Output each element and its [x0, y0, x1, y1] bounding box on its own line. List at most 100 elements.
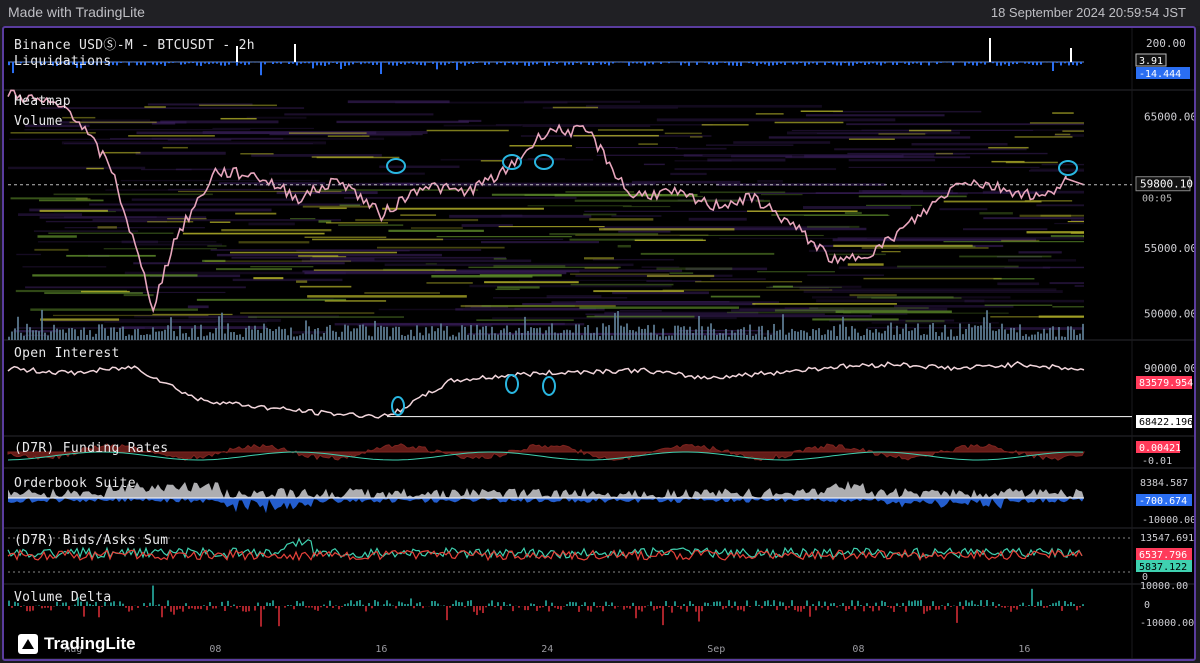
heatmap-liquidity-line — [990, 316, 1084, 318]
liquidation-bar — [788, 62, 790, 63]
volume-delta-bar — [698, 606, 700, 622]
volume-bar — [125, 335, 127, 340]
heatmap-liquidity-line — [480, 160, 503, 162]
liquidation-bar — [440, 62, 442, 65]
orderbook-current-value: -700.674 — [1139, 496, 1187, 507]
volume-delta-axis-tick: 10000.00 — [1140, 581, 1188, 592]
volume-bar — [230, 332, 232, 340]
volume-delta-bar — [848, 606, 850, 609]
annotation-circle — [542, 376, 556, 396]
volume-bar — [260, 333, 262, 340]
volume-bar — [542, 334, 544, 340]
heatmap-liquidity-line — [52, 314, 209, 317]
heatmap-liquidity-line — [1062, 130, 1084, 132]
volume-bar — [485, 325, 487, 340]
volume-bar — [827, 329, 829, 340]
heatmap-liquidity-line — [881, 251, 901, 253]
chart-frame[interactable]: 65000.00 55000.00 50000.00 59800.10 00:05 200… — [2, 26, 1196, 661]
volume-bar — [743, 327, 745, 340]
volume-delta-bar — [368, 603, 370, 606]
open-interest-label: Open Interest — [14, 346, 120, 361]
liquidation-bar — [152, 62, 154, 65]
volume-bar — [500, 330, 502, 340]
heatmap-cell — [187, 305, 209, 309]
volume-delta-bar — [674, 601, 676, 606]
heatmap-cell — [575, 301, 730, 303]
heatmap-cell — [522, 125, 651, 127]
volume-bar — [170, 317, 172, 340]
volume-delta-bar — [881, 600, 883, 606]
heatmap-liquidity-line — [866, 204, 923, 206]
volume-delta-bar — [143, 603, 145, 606]
volume-bar — [692, 333, 694, 340]
liquidation-bar — [980, 62, 982, 64]
orderbook-suite-label: Orderbook Suite — [14, 476, 136, 491]
liquidation-bar — [496, 62, 498, 65]
volume-bar — [602, 323, 604, 340]
liquidation-bar — [516, 62, 518, 65]
volume-delta-bar — [839, 605, 841, 606]
liquidation-bar — [512, 62, 514, 65]
volume-delta-bar — [617, 606, 619, 607]
volume-bar — [524, 316, 526, 340]
liquidation-bar — [668, 62, 670, 64]
heatmap-liquidity-line — [1083, 235, 1084, 238]
orderbook-high-value: 8384.587 — [1140, 478, 1188, 489]
volume-bar — [386, 326, 388, 340]
volume-bar — [593, 332, 595, 340]
volume-delta-bar — [209, 602, 211, 606]
volume-delta-bar — [11, 606, 13, 608]
volume-bar — [458, 332, 460, 340]
volume-bar — [311, 334, 313, 340]
volume-bar — [815, 330, 817, 340]
volume-delta-bar — [941, 605, 943, 606]
volume-bar — [620, 325, 622, 340]
heatmap-cell — [707, 158, 786, 162]
heatmap-liquidity-line — [849, 294, 897, 297]
heatmap-liquidity-line — [425, 263, 437, 265]
volume-bar — [152, 327, 154, 340]
volume-delta-bar — [608, 605, 610, 606]
x-axis-tick: 08 — [852, 644, 864, 655]
liquidation-bar — [908, 62, 910, 66]
liquidation-bar — [280, 62, 282, 64]
heatmap-liquidity-line — [701, 124, 749, 126]
volume-delta-bar — [1040, 600, 1042, 606]
liquidation-bar — [452, 62, 454, 63]
liquidation-bar — [880, 62, 882, 66]
chart-canvas[interactable]: 65000.00 55000.00 50000.00 59800.10 00:05 200… — [4, 28, 1194, 659]
volume-bar — [512, 334, 514, 340]
price-axis-tick: 55000.00 — [1144, 242, 1194, 255]
annotation-circle — [391, 396, 405, 416]
volume-bar — [101, 324, 103, 340]
volume-bar — [8, 336, 10, 340]
heatmap-cell — [1007, 259, 1077, 262]
volume-delta-bar — [950, 606, 952, 607]
volume-delta-bar — [350, 600, 352, 606]
volume-delta-bar — [704, 602, 706, 606]
heatmap-cell — [24, 129, 251, 131]
volume-bar — [95, 333, 97, 340]
x-axis-tick: 16 — [1018, 644, 1030, 655]
volume-bar — [701, 326, 703, 340]
volume-bar — [866, 328, 868, 340]
volume-delta-bar — [716, 601, 718, 606]
volume-delta-bar — [665, 601, 667, 606]
volume-delta-bar — [269, 602, 271, 606]
volume-bar — [644, 328, 646, 340]
volume-delta-bar — [578, 606, 580, 612]
volume-delta-bar — [1067, 604, 1069, 606]
heatmap-cell — [962, 228, 1048, 231]
volume-bar — [680, 327, 682, 340]
liquidation-bar — [308, 62, 310, 64]
volume-delta-bar — [677, 606, 679, 607]
volume-delta-bar — [128, 606, 130, 612]
heatmap-liquidity-line — [747, 210, 858, 212]
heatmap-cell — [862, 190, 954, 193]
volume-bar — [293, 336, 295, 340]
volume-delta-bar — [500, 606, 502, 610]
volume-delta-bar — [152, 585, 154, 606]
heatmap-liquidity-line — [988, 146, 1029, 149]
x-axis-tick: 08 — [209, 644, 221, 655]
liquidations-short-value: -14.444 — [1139, 69, 1181, 80]
